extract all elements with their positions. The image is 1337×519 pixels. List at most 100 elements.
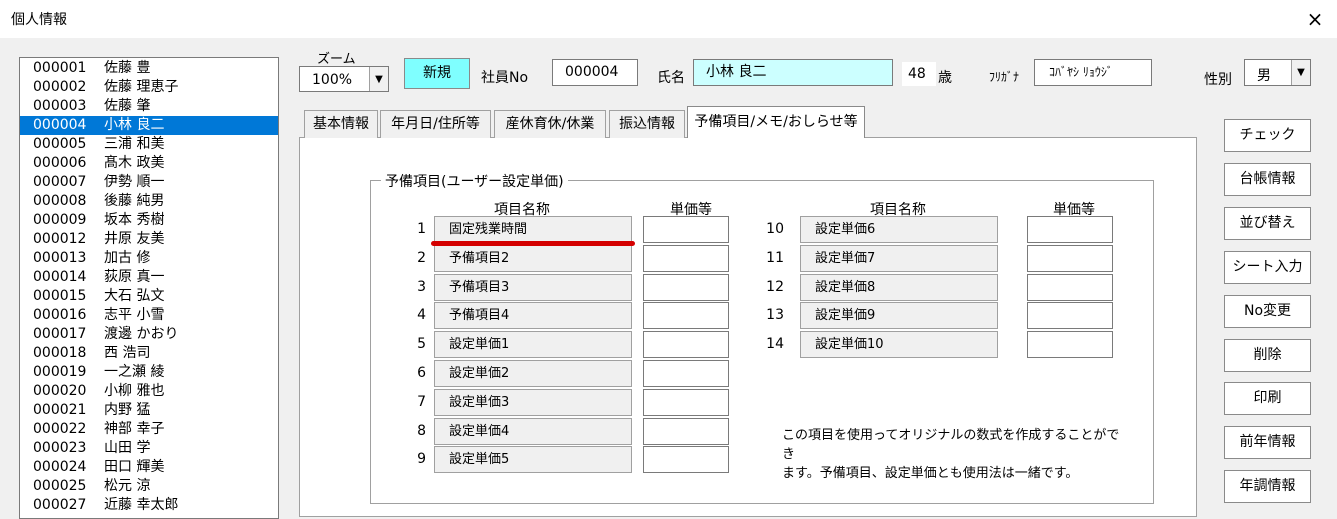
- row-number: 9: [417, 451, 426, 468]
- employee-list[interactable]: 000001 佐藤 豊 000002 佐藤 理恵子 000003 佐藤 肇 000004 小林…: [19, 57, 279, 519]
- row-number: 4: [417, 307, 426, 324]
- employee-no: 000022: [33, 421, 87, 437]
- list-item[interactable]: 000020 小柳 雅也: [20, 382, 278, 401]
- employee-name: 坂本 秀樹: [104, 212, 165, 228]
- ledger-button[interactable]: 台帳情報: [1224, 162, 1311, 196]
- item-name-field[interactable]: 設定単価8: [800, 273, 998, 301]
- employee-name: 小林 良二: [104, 117, 165, 133]
- list-item[interactable]: 000005 三浦 和美: [20, 135, 278, 154]
- item-name-field[interactable]: 設定単価2: [434, 360, 632, 387]
- list-item[interactable]: 000022 神部 幸子: [20, 420, 278, 439]
- tab-reserve-items[interactable]: 予備項目/メモ/おしらせ等: [687, 106, 865, 138]
- row-number: 13: [766, 307, 784, 324]
- employee-name: 三浦 和美: [104, 136, 165, 152]
- list-item[interactable]: 000012 井原 友美: [20, 230, 278, 249]
- list-item[interactable]: 000023 山田 学: [20, 439, 278, 458]
- employee-no: 000018: [33, 345, 87, 361]
- item-price-input[interactable]: [643, 388, 729, 416]
- no-change-button[interactable]: No変更: [1224, 294, 1311, 328]
- list-item[interactable]: 000025 松元 涼: [20, 477, 278, 496]
- item-name-field[interactable]: 設定単価1: [434, 331, 632, 359]
- list-item[interactable]: 000024 田口 輝美: [20, 458, 278, 477]
- item-price-input[interactable]: [643, 446, 729, 474]
- item-name-field[interactable]: 設定単価9: [800, 302, 998, 330]
- item-price-input[interactable]: [643, 302, 729, 330]
- tab-leave[interactable]: 産休育休/休業: [494, 110, 606, 138]
- tab-basic-info[interactable]: 基本情報: [304, 110, 378, 138]
- zoom-select[interactable]: 100% ▼: [299, 66, 389, 92]
- chevron-down-icon: ▼: [1291, 60, 1310, 85]
- employee-name: 西 浩司: [104, 345, 151, 361]
- list-item[interactable]: 000027 近藤 幸太郎: [20, 496, 278, 515]
- item-price-input[interactable]: [1027, 302, 1113, 330]
- year-end-button[interactable]: 年調情報: [1224, 470, 1311, 504]
- item-price-input[interactable]: [643, 244, 729, 272]
- employee-no: 000013: [33, 250, 87, 266]
- item-name-field[interactable]: 設定単価7: [800, 244, 998, 272]
- delete-button[interactable]: 削除: [1224, 338, 1311, 372]
- employee-no: 000007: [33, 174, 87, 190]
- list-item[interactable]: 000017 渡邊 かおり: [20, 325, 278, 344]
- list-item[interactable]: 000007 伊勢 順一: [20, 173, 278, 192]
- employee-name: 荻原 真一: [104, 269, 165, 285]
- item-name-field[interactable]: 予備項目4: [434, 302, 632, 330]
- window-title: 個人情報: [11, 12, 67, 28]
- item-name-field[interactable]: 予備項目2: [434, 244, 632, 272]
- list-item[interactable]: 000019 一之瀬 綾: [20, 363, 278, 382]
- prev-year-button[interactable]: 前年情報: [1224, 426, 1311, 460]
- employee-name: 後藤 純男: [104, 193, 165, 209]
- employee-name: 佐藤 豊: [104, 60, 151, 76]
- name-field[interactable]: 小林 良二: [693, 59, 893, 86]
- list-item[interactable]: 000004 小林 良二: [20, 116, 278, 135]
- close-icon[interactable]: ×: [1300, 4, 1330, 34]
- employee-name: 加古 修: [104, 250, 151, 266]
- item-price-input[interactable]: [643, 216, 729, 243]
- list-item[interactable]: 000003 佐藤 肇: [20, 97, 278, 116]
- item-price-input[interactable]: [643, 331, 729, 359]
- employee-no: 000012: [33, 231, 87, 247]
- list-item[interactable]: 000001 佐藤 豊: [20, 59, 278, 78]
- row-number: 11: [766, 249, 784, 266]
- sheet-input-button[interactable]: シート入力: [1224, 250, 1311, 284]
- item-name-field[interactable]: 予備項目3: [434, 273, 632, 301]
- list-item[interactable]: 000009 坂本 秀樹: [20, 211, 278, 230]
- check-button[interactable]: チェック: [1224, 119, 1311, 152]
- item-name-field[interactable]: 設定単価6: [800, 216, 998, 243]
- item-name-field[interactable]: 設定単価5: [434, 446, 632, 474]
- item-price-input[interactable]: [1027, 216, 1113, 243]
- list-item[interactable]: 000016 志平 小雪: [20, 306, 278, 325]
- list-item[interactable]: 000002 佐藤 理恵子: [20, 78, 278, 97]
- kana-field[interactable]: ｺﾊﾞﾔｼ ﾘｮｳｼﾞ: [1034, 59, 1152, 86]
- list-item[interactable]: 000006 髙木 政美: [20, 154, 278, 173]
- employee-no: 000008: [33, 193, 87, 209]
- item-name-field[interactable]: 固定残業時間: [434, 216, 632, 243]
- item-price-input[interactable]: [643, 417, 729, 445]
- empno-field[interactable]: 000004: [552, 59, 638, 86]
- list-item[interactable]: 000015 大石 弘文: [20, 287, 278, 306]
- gender-select[interactable]: 男 ▼: [1244, 59, 1311, 86]
- item-price-input[interactable]: [643, 273, 729, 301]
- employee-no: 000019: [33, 364, 87, 380]
- item-name-field[interactable]: 設定単価3: [434, 388, 632, 416]
- item-price-input[interactable]: [1027, 244, 1113, 272]
- item-price-input[interactable]: [643, 360, 729, 387]
- print-button[interactable]: 印刷: [1224, 382, 1311, 416]
- row-number: 5: [417, 336, 426, 353]
- item-price-input[interactable]: [1027, 273, 1113, 301]
- list-item[interactable]: 000008 後藤 純男: [20, 192, 278, 211]
- list-item[interactable]: 000014 荻原 真一: [20, 268, 278, 287]
- employee-name: 田口 輝美: [104, 459, 165, 475]
- list-item[interactable]: 000018 西 浩司: [20, 344, 278, 363]
- row-number: 3: [417, 278, 426, 295]
- list-item[interactable]: 000013 加古 修: [20, 249, 278, 268]
- sort-button[interactable]: 並び替え: [1224, 206, 1311, 240]
- note-text: この項目を使用ってオリジナルの数式を作成することができ ます。予備項目、設定単価…: [782, 426, 1127, 483]
- list-item[interactable]: 000021 内野 猛: [20, 401, 278, 420]
- tab-dates-address[interactable]: 年月日/住所等: [380, 110, 491, 138]
- item-price-input[interactable]: [1027, 331, 1113, 359]
- tab-transfer[interactable]: 振込情報: [609, 110, 685, 138]
- item-name-field[interactable]: 設定単価10: [800, 331, 998, 359]
- new-button[interactable]: 新規: [404, 58, 470, 89]
- item-name-field[interactable]: 設定単価4: [434, 417, 632, 445]
- employee-no: 000015: [33, 288, 87, 304]
